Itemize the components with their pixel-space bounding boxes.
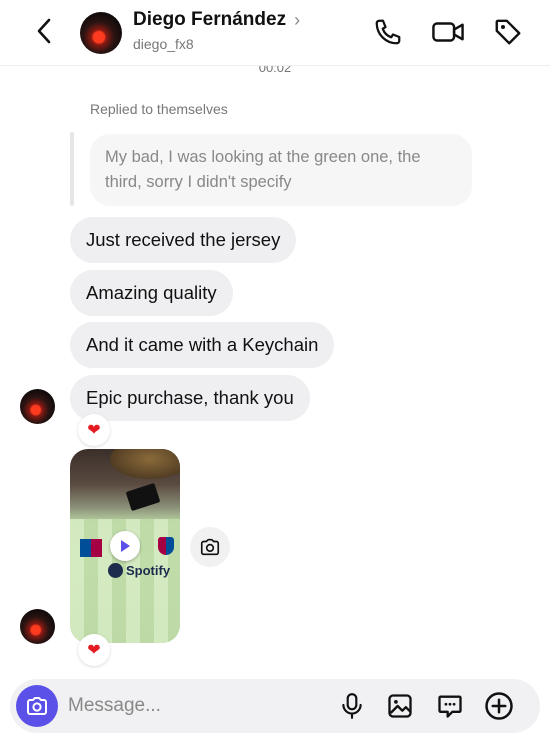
tag-icon — [495, 19, 521, 45]
camera-button[interactable] — [16, 685, 58, 727]
gallery-icon — [388, 694, 412, 718]
message-bubble[interactable]: Amazing quality — [70, 270, 233, 316]
spotify-icon — [108, 563, 123, 578]
phone-icon — [375, 19, 401, 45]
audio-call-button[interactable] — [370, 14, 406, 50]
contact-username: diego_fx8 — [133, 36, 194, 52]
video-thumbnail-object — [110, 449, 180, 479]
sender-avatar[interactable] — [20, 609, 55, 644]
add-button[interactable] — [480, 687, 518, 725]
message-composer — [10, 679, 540, 733]
play-button[interactable] — [110, 531, 140, 561]
camera-icon — [27, 697, 47, 715]
contact-avatar[interactable] — [80, 12, 122, 54]
sticker-button[interactable] — [431, 687, 469, 725]
message-bubble[interactable]: Epic purchase, thank you — [70, 375, 310, 421]
message-bubble[interactable]: Just received the jersey — [70, 217, 297, 263]
microphone-icon — [342, 693, 362, 719]
video-call-icon — [432, 22, 464, 42]
video-thumbnail-badge — [80, 539, 102, 557]
contact-name-text: Diego Fernández — [133, 9, 287, 30]
chevron-right-icon: › — [294, 9, 301, 30]
heart-reaction[interactable]: ❤ — [78, 414, 110, 446]
tag-button[interactable] — [490, 14, 526, 50]
contact-name[interactable]: Diego Fernández › — [133, 9, 300, 31]
spotify-wordmark: Spotify — [126, 563, 171, 578]
sticker-icon — [438, 695, 462, 718]
club-crest-icon — [158, 537, 174, 555]
play-icon — [121, 540, 130, 552]
camera-icon — [200, 538, 220, 556]
video-call-button[interactable] — [430, 14, 466, 50]
back-button[interactable] — [28, 14, 60, 48]
gallery-button[interactable] — [381, 687, 419, 725]
quote-bar — [70, 132, 74, 206]
chat-header: Diego Fernández › diego_fx8 — [0, 0, 550, 66]
video-thumbnail-tag — [125, 482, 161, 512]
video-message[interactable]: Spotify — [70, 449, 180, 643]
reply-context-label: Replied to themselves — [90, 101, 228, 117]
save-media-button[interactable] — [190, 527, 230, 567]
voice-message-button[interactable] — [333, 687, 371, 725]
spotify-logo: Spotify — [108, 563, 170, 578]
message-bubble[interactable]: And it came with a Keychain — [70, 322, 335, 368]
sender-avatar[interactable] — [20, 389, 55, 424]
back-icon — [37, 18, 51, 44]
heart-reaction[interactable]: ❤ — [78, 634, 110, 666]
message-input[interactable] — [68, 689, 308, 723]
quoted-message[interactable]: My bad, I was looking at the green one, … — [90, 134, 472, 206]
add-icon — [485, 692, 513, 720]
